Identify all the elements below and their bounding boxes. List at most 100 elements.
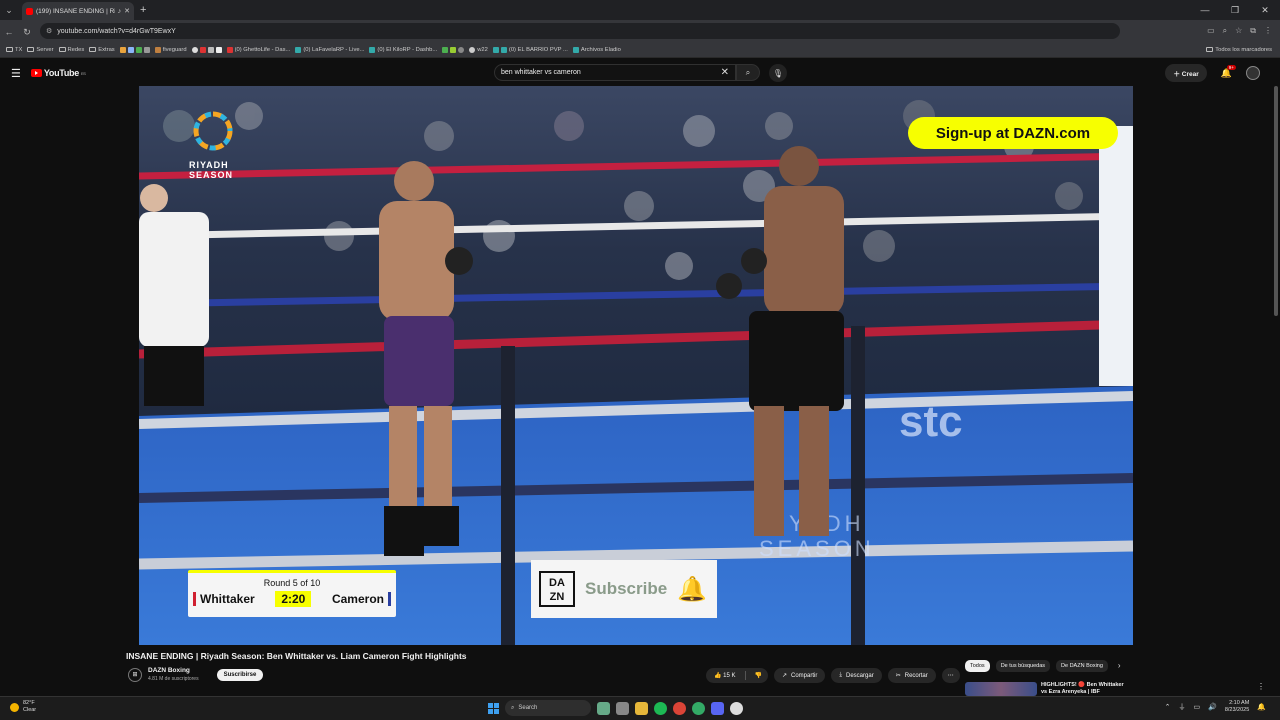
channel-avatar[interactable]: ⊞	[128, 667, 142, 682]
reload-icon[interactable]: ↻	[18, 27, 36, 38]
riyadh-logo-text-2: SEASON	[189, 170, 233, 180]
clip-button[interactable]: ✂ Recortar	[887, 668, 936, 683]
bookmark-extras[interactable]: Extras	[89, 47, 115, 53]
floor-ad-line2: SEASON	[759, 536, 875, 561]
windows-start-icon[interactable]	[488, 702, 499, 714]
close-window-button[interactable]: ✕	[1250, 0, 1280, 20]
weather-condition: Clear	[23, 707, 37, 713]
star-icon[interactable]: ☆	[1235, 26, 1242, 36]
widgets-icon[interactable]	[597, 701, 610, 715]
clock[interactable]: 2:10 AM 8/23/2025	[1225, 700, 1249, 714]
taskbar-search[interactable]: ⌕ Search	[505, 700, 591, 716]
scoreboard: Round 5 of 10 Whittaker 2:20 Cameron	[188, 570, 396, 617]
site-icon	[442, 46, 449, 53]
dislike-button[interactable]: 👎	[755, 672, 762, 679]
chrome-icon[interactable]	[673, 701, 686, 715]
minimize-button[interactable]: —	[1190, 0, 1220, 20]
tab-search-icon[interactable]: ⌄	[0, 0, 18, 20]
avatar[interactable]	[1246, 66, 1260, 80]
page-scrollbar[interactable]	[1274, 86, 1278, 316]
bookmark-fiveguard[interactable]: fiveguard	[154, 46, 187, 53]
bookmark-elkilo[interactable]: (0) El KiloRP - Dashb...	[369, 46, 437, 53]
discord-icon[interactable]	[711, 701, 724, 715]
back-arrow-icon[interactable]: ←	[0, 27, 18, 37]
tab-close-icon[interactable]: ✕	[124, 7, 130, 15]
site-icon	[295, 46, 302, 53]
chip-from-channel[interactable]: De DAZN Boxing	[1056, 660, 1108, 672]
cast-icon[interactable]: ▭	[1207, 26, 1215, 36]
bookmark-icons[interactable]	[119, 46, 150, 53]
toolbar-icons: ▭ ⌕ ☆ ⧉ ⋮	[1207, 26, 1272, 36]
bookmark-ghettolife[interactable]: (0) GhettoLife - Das...	[226, 46, 290, 53]
recommended-video[interactable]: HIGHLIGHTS! 🔴 Ben Whittaker vs Ezra Aren…	[965, 682, 1265, 696]
bookmark-server[interactable]: Server	[27, 47, 54, 53]
bookmark-w22[interactable]: w22	[469, 46, 488, 53]
video-player[interactable]: RIYADH SEASON stc	[139, 86, 1133, 645]
referee	[139, 184, 209, 406]
recommended-thumbnail[interactable]	[965, 682, 1037, 696]
chevron-right-icon[interactable]: ›	[1118, 660, 1121, 672]
chip-from-searches[interactable]: De tus búsquedas	[995, 660, 1051, 672]
bookmark-tx[interactable]: TX	[6, 47, 22, 53]
bookmarks-bar: TX Server Redes Extras fiveguard (0) Ghe…	[0, 42, 1280, 58]
bookmark-redes[interactable]: Redes	[58, 47, 84, 53]
subscribe-overlay-text: Subscribe	[585, 579, 668, 598]
share-button[interactable]: ↗ Compartir	[773, 668, 826, 683]
more-actions-button[interactable]: ⋯	[941, 668, 960, 683]
zoom-icon[interactable]: ⌕	[1223, 26, 1227, 36]
extensions-icon[interactable]: ⧉	[1250, 26, 1256, 36]
youtube-logo[interactable]: YouTube ES	[30, 68, 86, 78]
bookmark-icons-2[interactable]	[191, 46, 222, 53]
tab-title: (199) INSANE ENDING | Ri...	[36, 7, 115, 15]
more-options-icon[interactable]: ⋮	[1257, 682, 1265, 696]
masthead-actions: ＋ Crear 🔔 9+	[1165, 64, 1260, 82]
tab-audio-icon[interactable]: ♪	[118, 8, 122, 15]
app-icon[interactable]	[730, 701, 743, 715]
bookmark-icons-3[interactable]	[442, 46, 465, 53]
video-title: INSANE ENDING | Riyadh Season: Ben Whitt…	[126, 651, 467, 661]
maximize-button[interactable]: ❐	[1220, 0, 1250, 20]
voice-search-button[interactable]: 🎙	[769, 64, 787, 82]
channel-name[interactable]: DAZN Boxing	[148, 667, 199, 674]
notification-center-icon[interactable]: 🔔	[1257, 703, 1266, 711]
bookmark-lafavela[interactable]: (0) LaFavelaRP - Live...	[295, 46, 364, 53]
notifications-button[interactable]: 🔔 9+	[1221, 64, 1236, 79]
site-info-icon[interactable]: ⚙	[46, 27, 52, 35]
chip-all[interactable]: Todos	[965, 660, 990, 672]
bookmark-archivos[interactable]: Archivos Eladio	[572, 46, 621, 53]
create-button[interactable]: ＋ Crear	[1165, 64, 1207, 82]
volume-icon[interactable]: 🔊	[1208, 703, 1217, 711]
xbox-icon[interactable]	[692, 701, 705, 715]
new-tab-button[interactable]: +	[140, 4, 146, 16]
menu-dots-icon[interactable]: ⋮	[1264, 26, 1272, 36]
tray-usb-icon[interactable]: ⏚	[1178, 702, 1185, 712]
site-icon	[572, 46, 579, 53]
hamburger-menu-icon[interactable]: ☰	[11, 67, 21, 80]
site-icon	[450, 46, 457, 53]
thumbs-down-icon: 👎	[754, 673, 762, 679]
search-button[interactable]: ⌕	[736, 64, 760, 81]
window-controls: — ❐ ✕	[1190, 0, 1280, 20]
task-view-icon[interactable]	[616, 701, 629, 715]
download-button[interactable]: ⤓ Descargar	[831, 668, 882, 683]
like-button[interactable]: 👍 15 K	[714, 672, 736, 679]
all-bookmarks[interactable]: Todos los marcadores	[1206, 47, 1272, 53]
network-icon[interactable]: ▭	[1193, 703, 1200, 711]
like-dislike-group: 👍 15 K 👎	[706, 668, 768, 683]
search-input[interactable]: ben whittaker vs cameron ✕	[494, 64, 736, 81]
dazn-subscribe-overlay[interactable]: DA ZN Subscribe 🔔	[531, 560, 717, 618]
download-icon: ⤓	[839, 672, 843, 678]
omnibox[interactable]: ⚙ youtube.com/watch?v=d4rGwT9EwxY	[40, 23, 1120, 39]
system-tray: ⌃ ⏚ ▭ 🔊 2:10 AM 8/23/2025 🔔	[1165, 700, 1266, 714]
round-clock: 2:20	[275, 591, 312, 607]
tray-chevron-icon[interactable]: ⌃	[1165, 703, 1171, 711]
active-tab[interactable]: (199) INSANE ENDING | Ri... ♪ ✕	[22, 2, 134, 20]
bookmark-elbarrio[interactable]: (0) EL BARRIO PVP ...	[492, 46, 568, 53]
weather-widget[interactable]: 82°F Clear	[10, 700, 36, 714]
spotify-icon[interactable]	[654, 701, 667, 715]
clear-search-icon[interactable]: ✕	[721, 67, 729, 78]
logo-text: YouTube	[43, 68, 79, 78]
subscribe-button[interactable]: Suscribirse	[216, 668, 264, 681]
thumbs-up-icon: 👍	[714, 673, 722, 679]
file-explorer-icon[interactable]	[635, 701, 648, 715]
